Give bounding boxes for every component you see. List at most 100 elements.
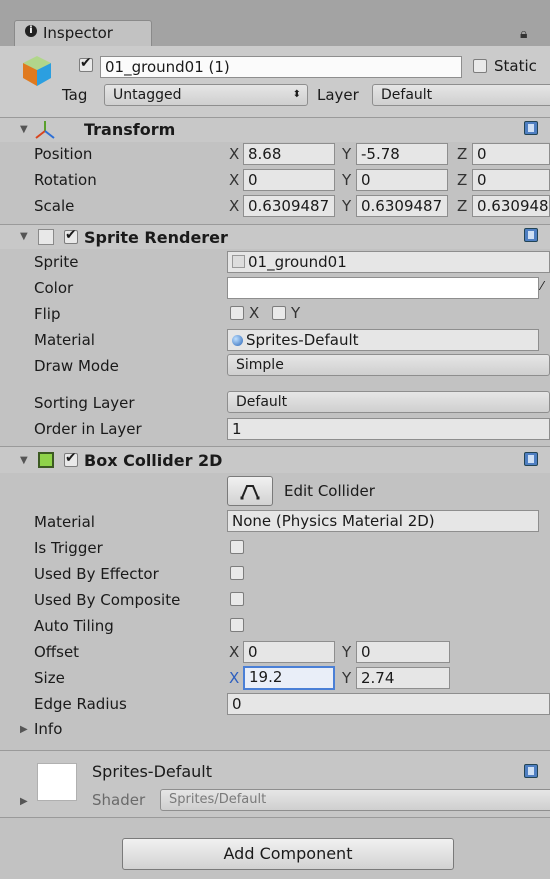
axis-z-label: Z	[457, 171, 468, 189]
material-preview-name: Sprites-Default	[92, 762, 213, 781]
scale-y-field[interactable]: 0.6309487	[356, 195, 448, 217]
axis-z-label: Z	[457, 145, 468, 163]
layer-dropdown[interactable]: Default	[372, 84, 550, 106]
material-fold-arrow-icon[interactable]: ▶	[20, 796, 28, 807]
fold-arrow-icon[interactable]: ▼	[20, 455, 28, 466]
used-by-composite-checkbox[interactable]	[230, 592, 244, 606]
info-fold-arrow-icon[interactable]: ▶	[20, 724, 28, 735]
axis-x-label: X	[229, 669, 240, 687]
lock-icon[interactable]: 🔒︎	[520, 26, 527, 42]
collider-material-label: Material	[34, 513, 95, 531]
add-component-button[interactable]: Add Component	[122, 838, 454, 870]
position-y-field[interactable]: -5.78	[356, 143, 448, 165]
axis-z-label: Z	[457, 197, 468, 215]
sorting-layer-dropdown[interactable]: Default	[227, 391, 550, 413]
scale-z-field[interactable]: 0.630948	[472, 195, 550, 217]
position-x-field[interactable]: 8.68	[243, 143, 335, 165]
is-trigger-checkbox[interactable]	[230, 540, 244, 554]
gameobject-name-field[interactable]: 01_ground01 (1)	[100, 56, 462, 78]
transform-axes-icon	[35, 121, 55, 139]
axis-x-label: X	[229, 197, 240, 215]
rotation-y-field[interactable]: 0	[356, 169, 448, 191]
sprite-field[interactable]: 01_ground01	[227, 251, 550, 273]
rotation-label: Rotation	[34, 171, 97, 189]
axis-y-label: Y	[342, 145, 352, 163]
axis-y-label: Y	[342, 643, 352, 661]
sprite-renderer-enabled-checkbox[interactable]	[64, 227, 78, 244]
info-label[interactable]: Info	[34, 720, 62, 738]
collider-material-field[interactable]: None (Physics Material 2D)	[227, 510, 539, 532]
used-by-effector-checkbox[interactable]	[230, 566, 244, 580]
tag-dropdown[interactable]: Untagged ⬍	[104, 84, 308, 106]
flip-x-checkbox[interactable]	[230, 306, 244, 320]
axis-x-label: X	[229, 643, 240, 661]
flip-y-checkbox[interactable]	[272, 306, 286, 320]
help-book-icon[interactable]	[524, 121, 538, 135]
offset-label: Offset	[34, 643, 80, 661]
axis-y-label: Y	[342, 171, 352, 189]
color-swatch[interactable]	[227, 277, 539, 299]
offset-x-field[interactable]: 0	[243, 641, 335, 663]
sprite-asset-icon	[232, 255, 245, 268]
edge-radius-label: Edge Radius	[34, 695, 127, 713]
edit-collider-button[interactable]	[227, 476, 273, 506]
edit-collider-label: Edit Collider	[284, 482, 375, 500]
sprite-renderer-icon	[38, 229, 54, 245]
position-label: Position	[34, 145, 93, 163]
auto-tiling-checkbox[interactable]	[230, 618, 244, 632]
draw-mode-dropdown[interactable]: Simple	[227, 354, 550, 376]
box-collider-title: Box Collider 2D	[84, 451, 223, 470]
dropdown-arrows-icon: ⬍	[292, 89, 301, 100]
help-book-icon[interactable]	[524, 764, 538, 778]
used-by-effector-label: Used By Effector	[34, 565, 159, 583]
size-y-field[interactable]: 2.74	[356, 667, 450, 689]
material-label: Material	[34, 331, 95, 349]
transform-title: Transform	[84, 120, 176, 139]
gameobject-active-checkbox[interactable]	[79, 55, 93, 72]
divider	[0, 817, 550, 818]
rotation-z-field[interactable]: 0	[472, 169, 550, 191]
sprite-renderer-title: Sprite Renderer	[84, 228, 228, 247]
transform-header[interactable]	[0, 118, 550, 142]
offset-y-field[interactable]: 0	[356, 641, 450, 663]
material-field[interactable]: Sprites-Default	[227, 329, 539, 351]
is-trigger-label: Is Trigger	[34, 539, 103, 557]
tag-label: Tag	[62, 86, 88, 104]
help-book-icon[interactable]	[524, 452, 538, 466]
color-label: Color	[34, 279, 74, 297]
order-in-layer-field[interactable]: 1	[227, 418, 550, 440]
axis-x-label: X	[229, 145, 240, 163]
scale-x-field[interactable]: 0.6309487	[243, 195, 335, 217]
used-by-composite-label: Used By Composite	[34, 591, 181, 609]
size-x-field[interactable]: 19.2	[243, 666, 335, 690]
shader-dropdown[interactable]: Sprites/Default	[160, 789, 550, 811]
fold-arrow-icon[interactable]: ▼	[20, 231, 28, 242]
box-collider-enabled-checkbox[interactable]	[64, 450, 78, 467]
help-book-icon[interactable]	[524, 228, 538, 242]
scale-label: Scale	[34, 197, 75, 215]
layer-label: Layer	[317, 86, 359, 104]
rotation-x-field[interactable]: 0	[243, 169, 335, 191]
order-in-layer-label: Order in Layer	[34, 420, 142, 438]
static-checkbox[interactable]	[473, 59, 487, 73]
edge-radius-field[interactable]: 0	[227, 693, 550, 715]
sprite-renderer-header[interactable]	[0, 225, 550, 249]
shader-label: Shader	[92, 791, 146, 809]
eyedropper-icon[interactable]: ⁄	[541, 279, 543, 293]
flip-y-label: Y	[291, 304, 301, 322]
axis-x-label: X	[229, 171, 240, 189]
box-collider-header[interactable]	[0, 447, 550, 473]
flip-x-label: X	[249, 304, 260, 322]
fold-arrow-icon[interactable]: ▼	[20, 124, 28, 135]
sorting-layer-label: Sorting Layer	[34, 394, 135, 412]
position-z-field[interactable]: 0	[472, 143, 550, 165]
material-preview-thumbnail	[37, 763, 77, 801]
size-label: Size	[34, 669, 65, 687]
flip-label: Flip	[34, 305, 61, 323]
gameobject-cube-icon	[23, 56, 51, 86]
axis-y-label: Y	[342, 669, 352, 687]
box-collider-icon	[38, 452, 54, 468]
sprite-label: Sprite	[34, 253, 79, 271]
auto-tiling-label: Auto Tiling	[34, 617, 114, 635]
tab-inspector[interactable]: i Inspector	[14, 20, 152, 46]
